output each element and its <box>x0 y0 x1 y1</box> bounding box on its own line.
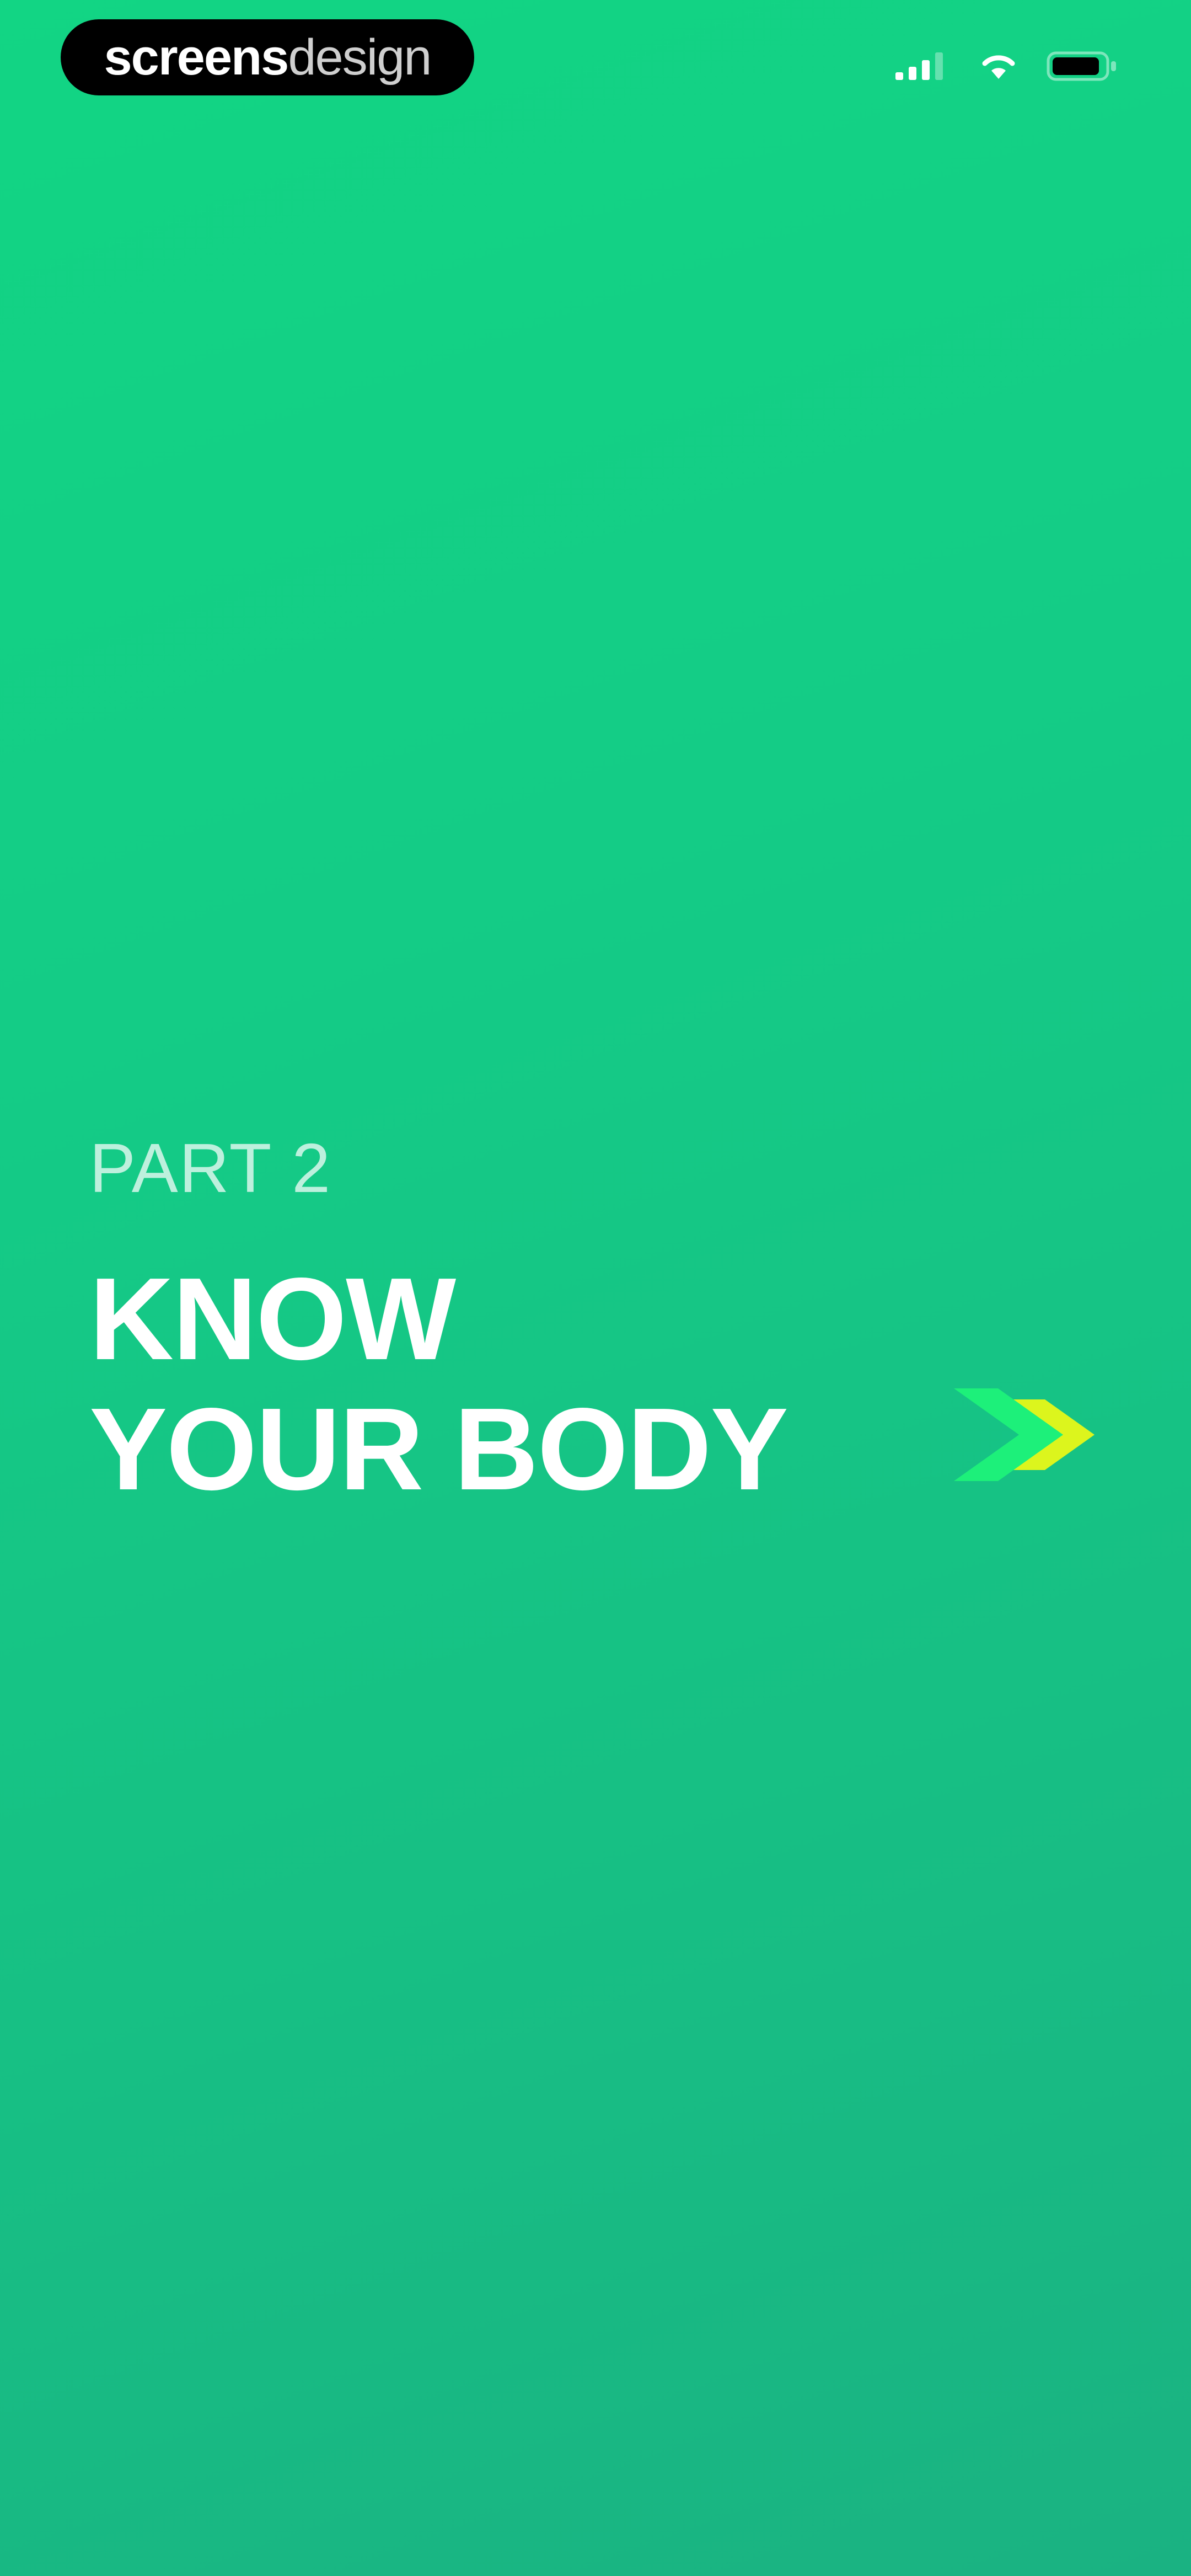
next-button[interactable] <box>948 1354 1108 1514</box>
battery-icon <box>1047 51 1119 81</box>
brand-logo-light: design <box>288 29 432 85</box>
onboarding-hero: PART 2 KNOW YOUR BODY <box>89 1134 916 1514</box>
brand-logo-strong: screens <box>104 29 289 85</box>
headline-line-2: YOUR BODY <box>89 1383 788 1514</box>
brand-logo: screensdesign <box>104 29 432 85</box>
part-label: PART 2 <box>89 1129 332 1207</box>
cellular-signal-icon <box>895 52 951 80</box>
onboarding-screen: screensdesign PART 2 KNOW YOUR BODY <box>0 0 1191 2576</box>
status-bar: screensdesign <box>0 0 1191 116</box>
brand-badge: screensdesign <box>61 19 474 95</box>
chevron-right-icon <box>948 1354 1108 1514</box>
wifi-icon <box>980 52 1017 80</box>
onboarding-headline: KNOW YOUR BODY <box>89 1254 916 1514</box>
status-icons <box>895 50 1119 83</box>
headline-line-1: KNOW <box>89 1253 456 1384</box>
